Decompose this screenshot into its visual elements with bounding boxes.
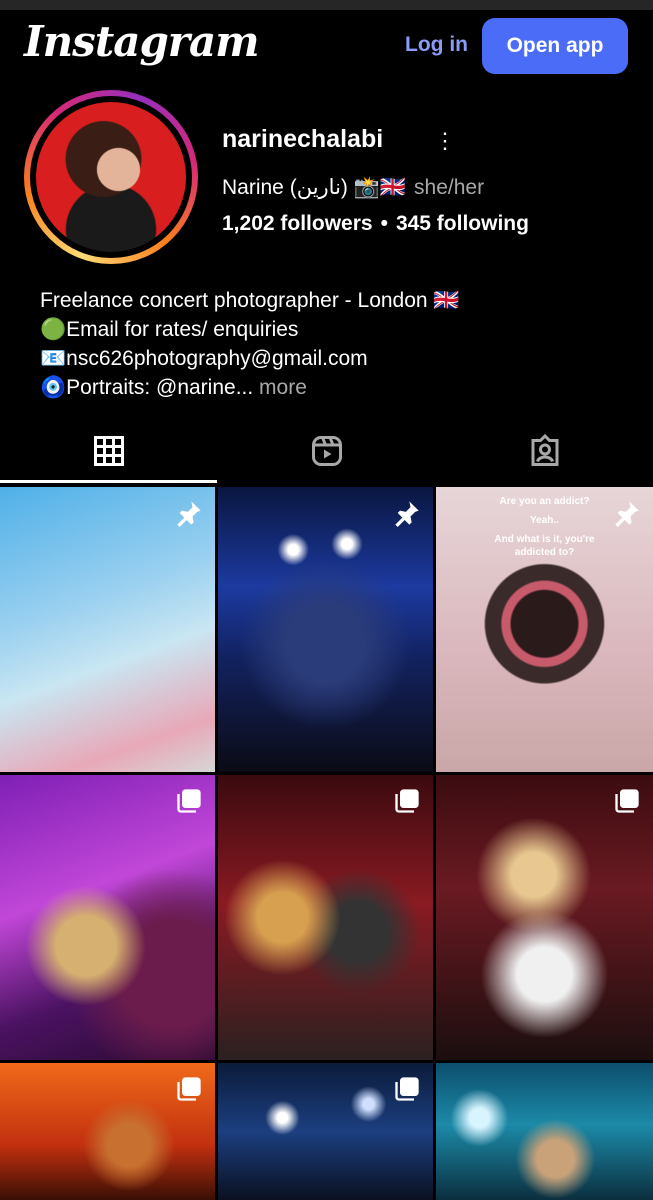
- carousel-icon: [395, 1077, 419, 1101]
- profile-tabs: [0, 420, 653, 482]
- profile-bio: Freelance concert photographer - London …: [40, 286, 460, 402]
- carousel-icon: [615, 789, 639, 813]
- post-tile[interactable]: [218, 487, 433, 772]
- bio-line: 🟢Email for rates/ enquiries: [40, 318, 299, 341]
- story-ring[interactable]: [24, 90, 198, 264]
- following-count[interactable]: 345 following: [396, 212, 529, 235]
- pronouns: she/her: [414, 176, 485, 199]
- profile-full-name: Narine (نارين) 📸🇬🇧 she/her: [222, 174, 484, 202]
- bio-more-link[interactable]: more: [253, 376, 307, 399]
- tab-reels[interactable]: [218, 420, 435, 482]
- post-tile[interactable]: [0, 487, 215, 772]
- post-tile[interactable]: Are you an addict? Yeah.. And what is it…: [436, 487, 653, 772]
- instagram-logo[interactable]: Instagram: [24, 14, 260, 70]
- carousel-icon: [177, 1077, 201, 1101]
- bio-line: 🧿Portraits: @narine...: [40, 376, 254, 399]
- tab-posts[interactable]: [0, 420, 217, 482]
- more-vertical-icon[interactable]: ⋮: [434, 130, 456, 152]
- post-tile[interactable]: [436, 775, 653, 1060]
- active-tab-indicator: [0, 480, 217, 483]
- bio-line: Freelance concert photographer - London …: [40, 289, 460, 312]
- bio-line-last: 🧿Portraits: @narine... more: [40, 373, 460, 402]
- avatar[interactable]: [36, 102, 186, 252]
- grid-icon: [93, 436, 124, 466]
- profile-stats: 1,202 followers • 345 following: [222, 210, 529, 238]
- post-tile[interactable]: [436, 1063, 653, 1200]
- pin-icon: [177, 501, 201, 527]
- pin-icon: [615, 501, 639, 527]
- open-app-button[interactable]: Open app: [482, 18, 628, 74]
- tagged-icon: [531, 433, 558, 466]
- pin-icon: [395, 501, 419, 527]
- post-tile[interactable]: [0, 1063, 215, 1200]
- status-strip: [0, 0, 653, 10]
- bio-line: 📧nsc626photography@gmail.com: [40, 347, 368, 370]
- profile-username: narinechalabi: [222, 125, 384, 153]
- reels-icon: [311, 436, 342, 466]
- carousel-icon: [395, 789, 419, 813]
- post-tile[interactable]: [218, 1063, 433, 1200]
- carousel-icon: [177, 789, 201, 813]
- caption-line: And what is it, you're addicted to?: [494, 534, 595, 558]
- post-tile[interactable]: [0, 775, 215, 1060]
- tab-tagged[interactable]: [436, 420, 653, 482]
- stats-separator: •: [380, 212, 388, 235]
- full-name-text: Narine (نارين) 📸🇬🇧: [222, 176, 407, 199]
- login-link[interactable]: Log in: [405, 30, 468, 60]
- post-tile[interactable]: [218, 775, 433, 1060]
- followers-count[interactable]: 1,202 followers: [222, 212, 373, 235]
